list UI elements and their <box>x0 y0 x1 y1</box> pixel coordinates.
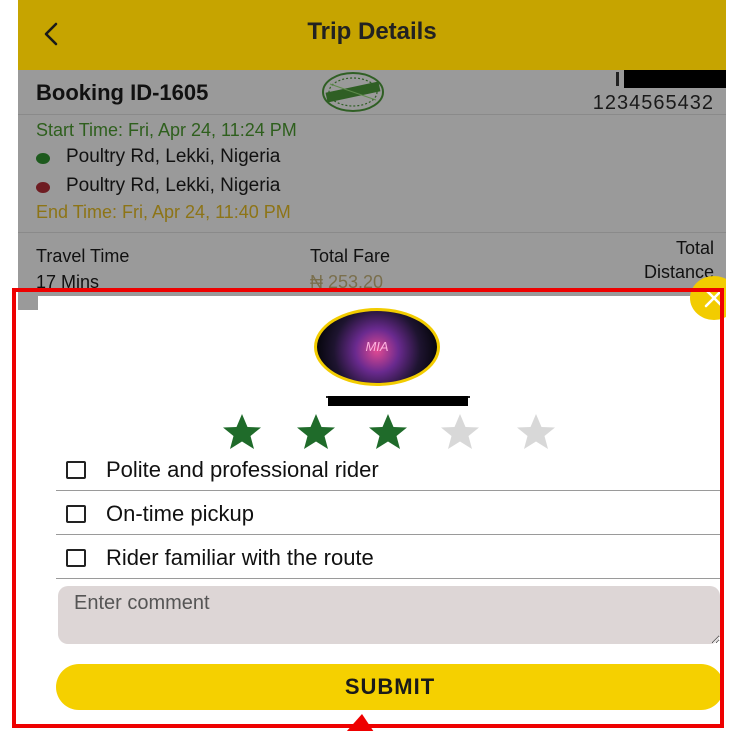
comment-input[interactable] <box>58 586 720 644</box>
star-icon[interactable] <box>512 412 560 452</box>
star-icon[interactable] <box>436 412 484 452</box>
travel-time-value: 17 Mins <box>36 272 100 292</box>
star-rating[interactable] <box>218 412 562 452</box>
dropoff-location: Poultry Rd, Lekki, Nigeria <box>66 175 281 196</box>
divider <box>18 114 726 115</box>
total-fare-value: ₦ 253.20 <box>310 272 384 292</box>
pointer-arrow-icon <box>346 714 374 731</box>
rating-modal: MIA Polite and professional rider On-tim… <box>38 296 724 730</box>
feedback-option[interactable]: On-time pickup <box>56 492 720 536</box>
checkbox[interactable] <box>66 549 86 567</box>
phone-screen: Trip Details Booking ID-1605 1234565432 … <box>18 0 726 731</box>
star-icon[interactable] <box>292 412 340 452</box>
page-title: Trip Details <box>307 18 437 45</box>
avatar-text: MIA <box>365 339 389 354</box>
app-header: Trip Details <box>18 0 726 70</box>
rider-phone-number: 1234565432 <box>592 92 714 114</box>
feedback-option-label: Rider familiar with the route <box>106 545 374 570</box>
booking-id: Booking ID-1605 <box>36 80 209 105</box>
submit-button[interactable]: SUBMIT <box>56 664 724 710</box>
end-time: End Time: Fri, Apr 24, 11:40 PM <box>36 202 291 222</box>
feedback-option-label: Polite and professional rider <box>106 457 379 482</box>
pickup-dot-icon <box>36 153 50 164</box>
feedback-option-label: On-time pickup <box>106 501 254 526</box>
approved-stamp-icon <box>322 72 384 112</box>
total-fare-label: Total Fare <box>310 246 391 266</box>
star-icon[interactable] <box>218 412 266 452</box>
checkbox[interactable] <box>66 461 86 479</box>
total-distance-label: Total Distance <box>644 236 714 284</box>
redaction-mark <box>616 72 619 86</box>
start-time: Start Time: Fri, Apr 24, 11:24 PM <box>36 120 297 140</box>
dropoff-dot-icon <box>36 182 50 193</box>
redacted-name <box>624 70 726 88</box>
star-icon[interactable] <box>364 412 412 452</box>
divider <box>18 232 726 233</box>
checkbox[interactable] <box>66 505 86 523</box>
divider <box>56 534 720 535</box>
divider <box>56 490 720 491</box>
redacted-driver-name <box>328 396 468 406</box>
total-distance-label-line1: Total <box>675 238 714 258</box>
close-icon <box>704 288 724 308</box>
feedback-option[interactable]: Rider familiar with the route <box>56 536 720 580</box>
travel-time-label: Travel Time <box>36 246 130 266</box>
feedback-option[interactable]: Polite and professional rider <box>56 448 720 492</box>
pickup-location: Poultry Rd, Lekki, Nigeria <box>66 146 281 167</box>
avatar: MIA <box>314 308 440 386</box>
trip-details-panel: Booking ID-1605 1234565432 Start Time: F… <box>18 70 726 310</box>
divider <box>56 578 720 579</box>
